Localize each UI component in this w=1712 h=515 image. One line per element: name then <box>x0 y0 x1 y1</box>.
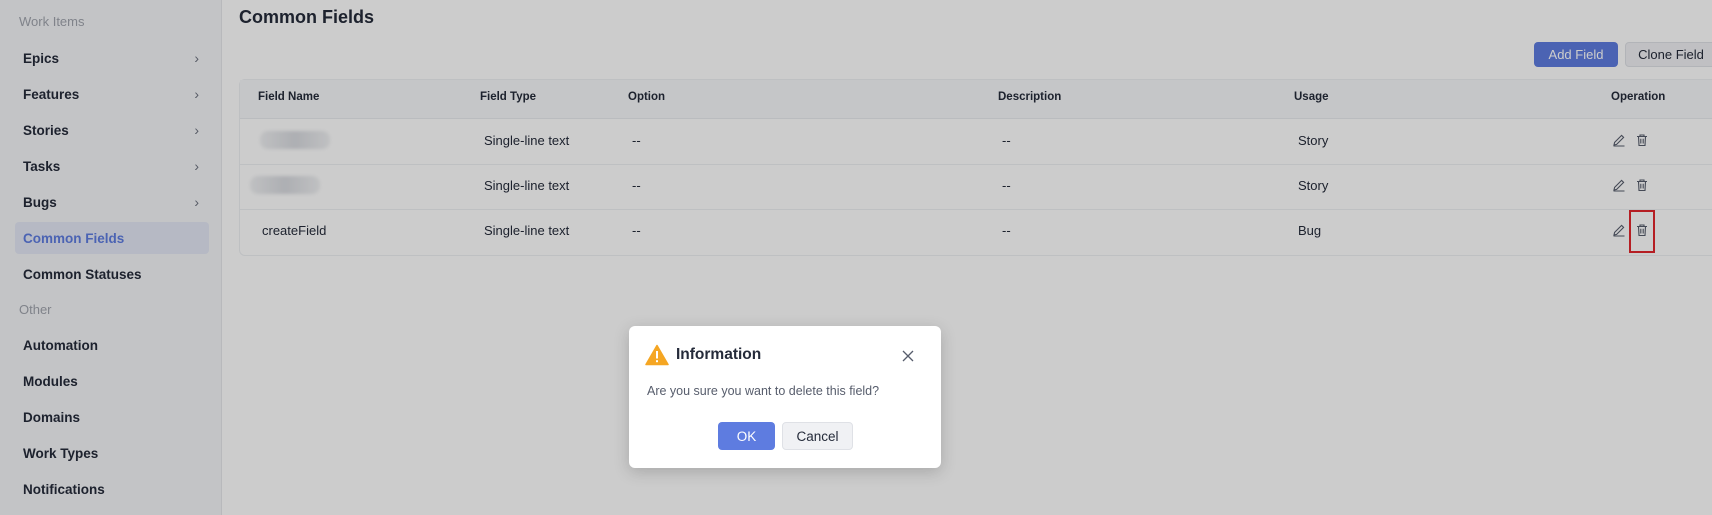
dialog-title: Information <box>676 346 762 363</box>
cancel-button[interactable]: Cancel <box>782 422 853 450</box>
dialog-message: Are you sure you want to delete this fie… <box>647 384 880 398</box>
warning-icon <box>645 344 669 371</box>
ok-button[interactable]: OK <box>718 422 775 450</box>
delete-confirm-dialog: Information Are you sure you want to del… <box>629 326 941 468</box>
close-icon[interactable] <box>900 348 916 364</box>
